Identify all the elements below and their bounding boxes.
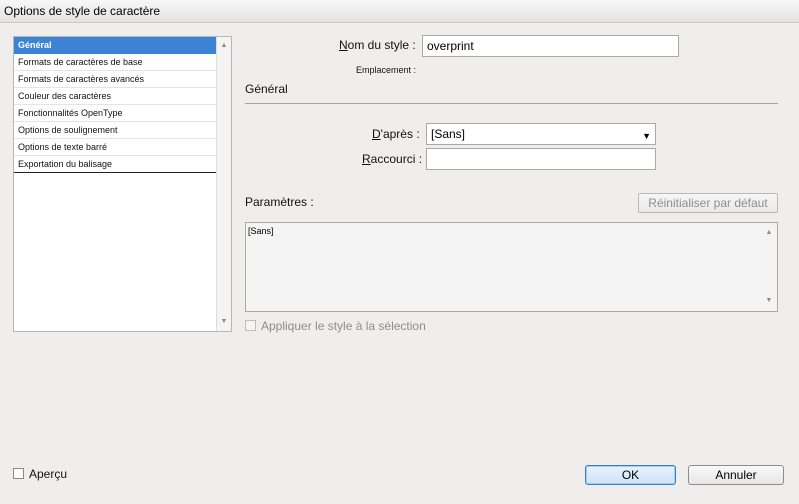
scroll-up-arrow-icon[interactable]: ▲	[762, 226, 776, 240]
settings-summary-text: [Sans]	[248, 226, 274, 236]
shortcut-input[interactable]	[426, 148, 656, 170]
based-on-value: [Sans]	[431, 127, 466, 141]
scroll-up-arrow-icon[interactable]: ▲	[217, 39, 231, 53]
scroll-down-arrow-icon[interactable]: ▼	[762, 294, 776, 308]
category-item-tags-export[interactable]: Exportation du balisage	[14, 156, 217, 173]
section-divider	[245, 103, 778, 104]
category-item-character-color[interactable]: Couleur des caractères	[14, 88, 217, 105]
location-label: Emplacement :	[356, 65, 417, 75]
category-item-advanced-formats[interactable]: Formats de caractères avancés	[14, 71, 217, 88]
section-title: Général	[245, 82, 288, 96]
category-item-opentype[interactable]: Fonctionnalités OpenType	[14, 105, 217, 122]
settings-summary-textarea[interactable]: [Sans] ▲ ▼	[245, 222, 778, 312]
title-bar: Options de style de caractère	[0, 0, 799, 23]
based-on-select[interactable]: [Sans] ▼	[426, 123, 656, 145]
category-item-underline[interactable]: Options de soulignement	[14, 122, 217, 139]
dropdown-arrow-icon: ▼	[642, 131, 651, 141]
style-name-input[interactable]: overprint	[422, 35, 679, 57]
shortcut-label: Raccourci :	[362, 152, 423, 166]
preview-label: Aperçu	[29, 467, 68, 481]
apply-style-checkbox[interactable]	[245, 320, 256, 331]
preview-checkbox[interactable]	[13, 468, 24, 479]
reset-to-default-button[interactable]: Réinitialiser par défaut	[638, 193, 778, 213]
apply-style-label: Appliquer le style à la sélection	[261, 319, 426, 333]
cancel-button[interactable]: Annuler	[688, 465, 784, 485]
style-name-label: Nom du style :	[339, 38, 416, 52]
based-on-label: D'après :	[372, 127, 420, 141]
category-item-general[interactable]: Général	[14, 37, 217, 54]
ok-button[interactable]: OK	[585, 465, 676, 485]
settings-label: Paramètres :	[245, 195, 314, 209]
scroll-down-arrow-icon[interactable]: ▼	[217, 315, 231, 329]
category-list-scrollbar[interactable]: ▲ ▼	[216, 37, 231, 331]
category-item-basic-formats[interactable]: Formats de caractères de base	[14, 54, 217, 71]
settings-scrollbar[interactable]: ▲ ▼	[762, 223, 777, 311]
category-list[interactable]: Général Formats de caractères de base Fo…	[13, 36, 232, 332]
window-title: Options de style de caractère	[4, 4, 161, 18]
category-list-items: Général Formats de caractères de base Fo…	[14, 37, 217, 173]
category-item-strikethrough[interactable]: Options de texte barré	[14, 139, 217, 156]
